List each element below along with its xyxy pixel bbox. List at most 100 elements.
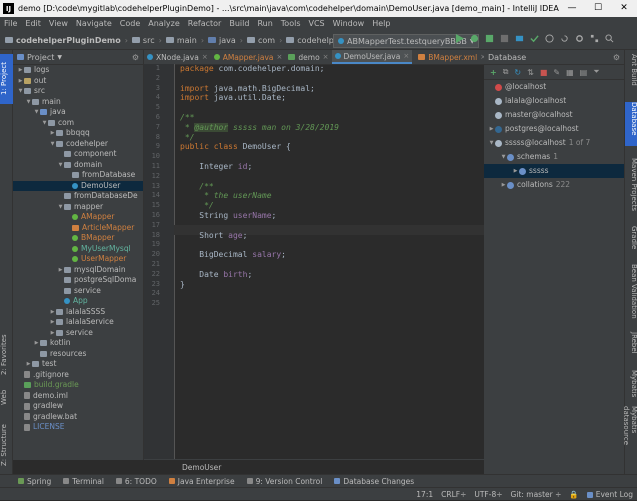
- chevron-right-icon[interactable]: ▶: [512, 164, 519, 178]
- menu-run[interactable]: Run: [253, 17, 276, 31]
- tree-item[interactable]: ArticleMapper: [13, 223, 143, 234]
- menu-vcs[interactable]: VCS: [305, 17, 329, 31]
- editor-tab[interactable]: demo ×: [285, 50, 331, 64]
- tree-item[interactable]: ▼ src: [13, 86, 143, 97]
- database-tree-item[interactable]: master@localhost: [484, 108, 624, 122]
- gear-icon[interactable]: ⚙: [613, 53, 620, 62]
- git-branch[interactable]: Git: master ÷: [511, 490, 562, 499]
- tree-item[interactable]: ▼ com: [13, 118, 143, 129]
- database-tree-item[interactable]: lalala@localhost: [484, 94, 624, 108]
- breadcrumb-item[interactable]: main: [163, 36, 200, 45]
- tab-ant-build[interactable]: Ant Build: [625, 54, 637, 88]
- tree-item[interactable]: ▼ codehelper: [13, 139, 143, 150]
- console-icon[interactable]: ▤: [580, 68, 588, 77]
- chevron-down-icon[interactable]: ▼: [33, 107, 40, 118]
- tree-item[interactable]: ▶ service: [13, 328, 143, 339]
- database-tree-item[interactable]: ▶ collations 222: [484, 178, 624, 192]
- menu-analyze[interactable]: Analyze: [144, 17, 184, 31]
- tree-item[interactable]: ▼ java: [13, 107, 143, 118]
- tree-item[interactable]: gradlew: [13, 401, 143, 412]
- synchronize-icon[interactable]: ⇅: [527, 68, 534, 77]
- breadcrumb-item[interactable]: codehelperPluginDemo: [2, 36, 124, 45]
- tab-gradle[interactable]: Gradle: [625, 226, 637, 256]
- menu-tools[interactable]: Tools: [277, 17, 305, 31]
- edit-icon[interactable]: ✎: [553, 68, 560, 77]
- menu-build[interactable]: Build: [225, 17, 253, 31]
- breadcrumb-item[interactable]: src: [129, 36, 158, 45]
- tree-item[interactable]: ▶ lalalaService: [13, 317, 143, 328]
- tree-item[interactable]: .gitignore: [13, 370, 143, 381]
- tool-window-database-changes[interactable]: Database Changes: [334, 477, 414, 486]
- search-icon[interactable]: [605, 34, 614, 43]
- tool-window-version-control[interactable]: 9: Version Control: [246, 477, 322, 486]
- chevron-down-icon[interactable]: ▼: [41, 118, 48, 129]
- database-tree-item[interactable]: ▶ sssss: [484, 164, 624, 178]
- tree-item[interactable]: ▶ out: [13, 76, 143, 87]
- close-tab-icon[interactable]: ×: [202, 53, 208, 61]
- tree-item[interactable]: ▶ test: [13, 359, 143, 370]
- close-tab-icon[interactable]: ×: [403, 52, 409, 60]
- tree-item[interactable]: ▼ main: [13, 97, 143, 108]
- tree-item[interactable]: ▶ mysqlDomain: [13, 265, 143, 276]
- history-icon[interactable]: [545, 34, 554, 43]
- revert-icon[interactable]: [560, 34, 569, 43]
- chevron-right-icon[interactable]: ▶: [49, 328, 56, 339]
- tree-item[interactable]: ▶ logs: [13, 65, 143, 76]
- menu-help[interactable]: Help: [368, 17, 394, 31]
- file-encoding[interactable]: UTF-8÷: [474, 490, 502, 499]
- editor-tab[interactable]: XNode.java ×: [144, 50, 211, 64]
- tree-item[interactable]: ▶ lalalaSSSS: [13, 307, 143, 318]
- chevron-down-icon[interactable]: ▼: [25, 97, 32, 108]
- chevron-down-icon[interactable]: ▼: [500, 150, 507, 164]
- refresh-icon[interactable]: ↻: [514, 68, 521, 77]
- breadcrumb-item[interactable]: java: [205, 36, 239, 45]
- menu-view[interactable]: View: [45, 17, 72, 31]
- tree-item[interactable]: ▶ kotlin: [13, 338, 143, 349]
- chevron-right-icon[interactable]: ▶: [500, 178, 507, 192]
- maximize-button[interactable]: ☐: [585, 0, 611, 17]
- chevron-right-icon[interactable]: ▶: [49, 128, 56, 139]
- tree-item[interactable]: resources: [13, 349, 143, 360]
- tab-web[interactable]: Web: [0, 388, 13, 406]
- tab-database[interactable]: Database: [625, 102, 637, 146]
- vcs-update-icon[interactable]: [515, 34, 524, 43]
- menu-refactor[interactable]: Refactor: [184, 17, 226, 31]
- menu-edit[interactable]: Edit: [21, 17, 45, 31]
- chevron-right-icon[interactable]: ▶: [33, 338, 40, 349]
- menu-file[interactable]: File: [0, 17, 21, 31]
- breadcrumb-item[interactable]: com: [244, 36, 278, 45]
- stop-icon[interactable]: [500, 34, 509, 43]
- tool-window-todo[interactable]: 6: TODO: [115, 477, 157, 486]
- tree-item[interactable]: service: [13, 286, 143, 297]
- tree-item[interactable]: fromDatabaseDe: [13, 191, 143, 202]
- copy-icon[interactable]: ⧉: [503, 67, 509, 77]
- tree-item[interactable]: LICENSE: [13, 422, 143, 433]
- chevron-right-icon[interactable]: ▶: [17, 65, 24, 76]
- tab-structure[interactable]: Z: Structure: [0, 420, 13, 470]
- chevron-down-icon[interactable]: ▼: [17, 86, 24, 97]
- close-button[interactable]: ✕: [611, 0, 637, 17]
- tree-item[interactable]: postgreSqlDoma: [13, 275, 143, 286]
- coverage-icon[interactable]: [485, 34, 494, 43]
- tab-project[interactable]: 1: Project: [0, 54, 13, 104]
- gear-icon[interactable]: ⚙: [132, 53, 139, 62]
- tree-item[interactable]: DemoUser: [13, 180, 143, 191]
- chevron-right-icon[interactable]: ▶: [49, 307, 56, 318]
- close-tab-icon[interactable]: ×: [277, 53, 283, 61]
- editor-tab[interactable]: DemoUser.java ×: [331, 50, 413, 64]
- editor-tab[interactable]: AMapper.java ×: [211, 50, 286, 64]
- chevron-down-icon[interactable]: ▼: [57, 54, 62, 61]
- stop-icon[interactable]: ■: [540, 68, 548, 77]
- editor-breadcrumb[interactable]: DemoUser: [144, 459, 522, 475]
- chevron-right-icon[interactable]: ▶: [49, 317, 56, 328]
- menu-code[interactable]: Code: [116, 17, 144, 31]
- tab-favorites[interactable]: 2: Favorites: [0, 330, 13, 380]
- chevron-right-icon[interactable]: ▶: [17, 76, 24, 87]
- tree-item[interactable]: fromDatabase: [13, 170, 143, 181]
- tree-item[interactable]: BMapper: [13, 233, 143, 244]
- database-tree-item[interactable]: ▼ sssss@localhost 1 of 7: [484, 136, 624, 150]
- chevron-right-icon[interactable]: ▶: [25, 359, 32, 370]
- tree-item[interactable]: build.gradle: [13, 380, 143, 391]
- tab-mybatis[interactable]: Mybatis: [625, 370, 637, 400]
- tab-bean-validation[interactable]: Bean Validation: [625, 264, 637, 322]
